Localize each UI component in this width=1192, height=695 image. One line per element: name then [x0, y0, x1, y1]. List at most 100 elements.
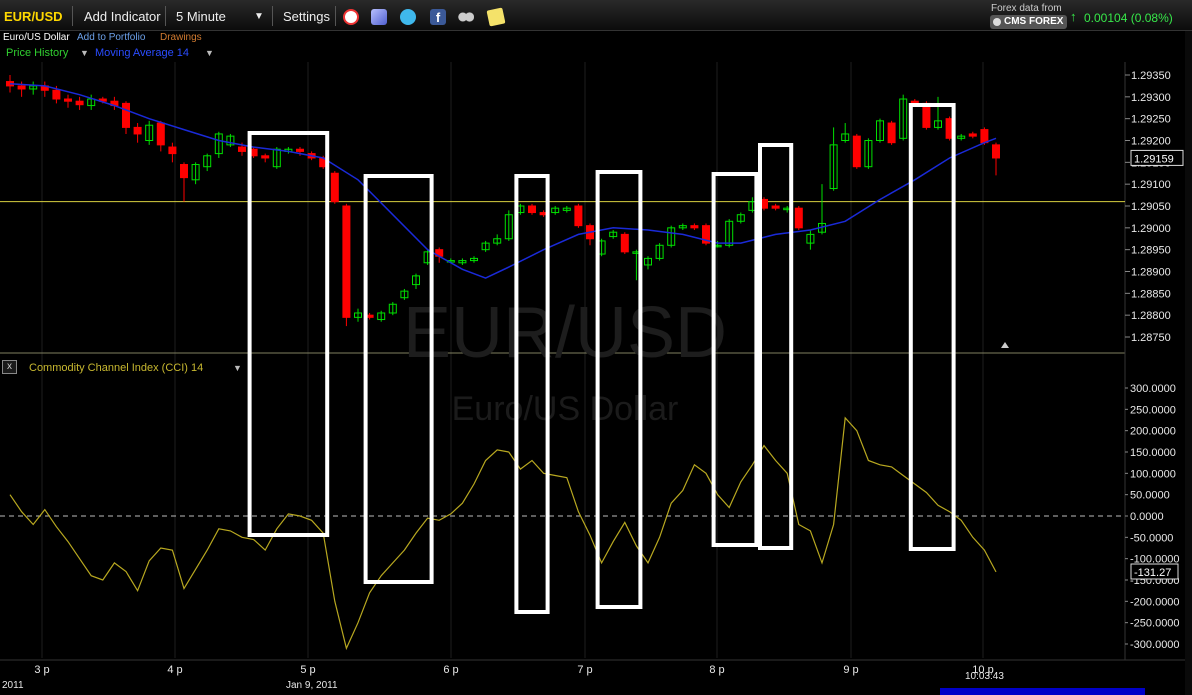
moving-average-line [9, 82, 997, 279]
candle-up [818, 222, 826, 233]
candle-up [562, 207, 571, 211]
price-tick-label: 1.29300 [1131, 92, 1171, 104]
alarm-clock-icon[interactable] [343, 9, 359, 25]
interval-dropdown-icon[interactable]: ▼ [254, 0, 264, 31]
candle-down [922, 102, 931, 128]
candle-down [249, 148, 258, 157]
candle-up [841, 133, 850, 141]
moving-average-label[interactable]: Moving Average 14 [95, 45, 189, 62]
price-tick-label: 1.29050 [1131, 201, 1171, 213]
cci-tick-label: -250.0000 [1130, 618, 1180, 630]
provider-name: CMS FOREX [1004, 16, 1064, 27]
candle-down [910, 100, 919, 104]
symbol-selector[interactable]: EUR/USD [4, 0, 63, 31]
candle-down [365, 314, 374, 318]
candles [6, 75, 1000, 327]
twitter-icon[interactable] [400, 9, 416, 25]
candle-up [609, 231, 618, 238]
instrument-name: Euro/US Dollar [3, 32, 70, 43]
price-tick-label: 1.28950 [1131, 245, 1171, 257]
candle-up [226, 135, 235, 146]
toolbar-divider [272, 6, 273, 26]
date-mid-label: Jan 9, 2011 [286, 680, 338, 691]
candle-up [354, 312, 362, 318]
candle-up [388, 303, 397, 314]
candle-down [968, 133, 977, 137]
candle-up [377, 312, 386, 321]
candle-up [458, 260, 467, 264]
add-to-portfolio-link[interactable]: Add to Portfolio [77, 31, 145, 45]
panel-resize-arrow-icon[interactable] [1001, 342, 1009, 348]
change-up-arrow-icon: ↑ [1070, 9, 1077, 24]
candle-up [412, 275, 420, 286]
toolbar-divider [72, 6, 73, 26]
time-axis: 3 p 4 p 5 p 6 p 7 p 8 p 9 p 10 p 2011 Jan 9, 2011… [2, 664, 1004, 691]
last-price-label: 1.29159 [1134, 153, 1174, 165]
time-tick-label: 5 p [300, 664, 315, 676]
cci-tick-label: -100.0000 [1130, 554, 1180, 566]
provider-logo-icon [993, 18, 1001, 26]
moving-average-polyline [9, 82, 997, 279]
candle-up [481, 242, 490, 251]
highlight-box [514, 174, 550, 614]
candle-down [261, 155, 270, 159]
candle-up [644, 257, 652, 266]
interval-select[interactable]: 5 Minute [176, 0, 226, 31]
cci-tick-label: -200.0000 [1130, 596, 1180, 608]
price-tick-label: 1.28800 [1131, 310, 1171, 322]
price-tick-label: 1.28900 [1131, 267, 1171, 279]
add-indicator-button[interactable]: Add Indicator [84, 0, 161, 31]
candle-down [307, 153, 316, 159]
candle-up [864, 140, 873, 168]
cci-header: Commodity Channel Index (CCI) 14 ▼ [0, 358, 600, 378]
candle-down [330, 172, 339, 203]
candle-down [296, 148, 304, 152]
candle-down [133, 126, 142, 135]
cci-label[interactable]: Commodity Channel Index (CCI) 14 [29, 358, 203, 378]
instrument-bar: Euro/US Dollar Add to Portfolio Drawings [0, 31, 1125, 45]
side-panel-edge [1185, 31, 1192, 695]
candle-down [528, 205, 536, 214]
candle-up [829, 144, 838, 190]
candle-down [702, 225, 710, 244]
toolbar: EUR/USD Add Indicator 5 Minute ▼ Setting… [0, 0, 1192, 31]
price-history-dropdown-icon[interactable]: ▼ [80, 45, 89, 62]
price-history-label[interactable]: Price History [6, 45, 68, 62]
cci-tick-label: 300.0000 [1130, 383, 1176, 395]
candle-down [980, 129, 989, 144]
candle-up [191, 164, 200, 181]
facebook-icon[interactable]: f [430, 9, 446, 25]
series-legend: Price History ▼ Moving Average 14 ▼ [0, 45, 1125, 62]
candle-up [284, 148, 293, 152]
candle-up [667, 227, 676, 246]
notes-icon[interactable] [486, 7, 506, 27]
candle-up [876, 120, 884, 141]
binoculars-icon[interactable] [458, 9, 474, 25]
layers-icon[interactable] [371, 9, 387, 25]
candle-up [423, 251, 432, 264]
candle-down [156, 122, 165, 146]
date-left-label: 2011 [2, 680, 24, 691]
candle-down [586, 225, 594, 240]
candle-up [957, 135, 966, 139]
price-tick-label: 1.29200 [1131, 136, 1171, 148]
time-scrollbar[interactable] [940, 688, 1145, 695]
candle-up [203, 155, 212, 168]
price-tick-label: 1.29150 [1131, 157, 1171, 169]
candle-up [736, 214, 745, 222]
candle-up [551, 207, 560, 214]
candle-up [597, 240, 606, 255]
candle-down [539, 212, 548, 216]
settings-button[interactable]: Settings [283, 0, 330, 31]
candle-down [794, 207, 803, 229]
price-tick-label: 1.29250 [1131, 114, 1171, 126]
time-tick-label: 10 p [972, 664, 993, 676]
watermark-name: Euro/US Dollar [452, 390, 679, 428]
cci-axis: 300.0000 250.0000 200.0000 150.0000 100.0000… [1125, 383, 1180, 651]
drawings-link[interactable]: Drawings [160, 31, 202, 45]
cci-tick-label: 50.0000 [1130, 490, 1170, 502]
cci-dropdown-icon[interactable]: ▼ [233, 358, 242, 378]
moving-average-dropdown-icon[interactable]: ▼ [205, 45, 214, 62]
cci-tick-label: 100.0000 [1130, 468, 1176, 480]
candle-down [180, 164, 188, 179]
